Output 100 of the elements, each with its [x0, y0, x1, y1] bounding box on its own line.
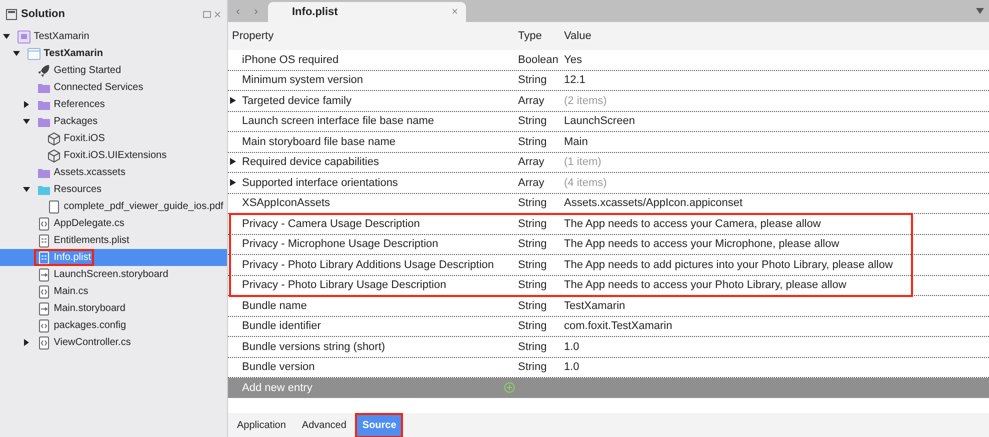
file-tab[interactable]: Info.plist × — [268, 2, 466, 22]
tree-item[interactable]: TestXamarin — [0, 28, 227, 45]
tree-item[interactable]: Foxit.iOS.UIExtensions — [0, 147, 227, 164]
tree-item-label: Main.storyboard — [54, 302, 126, 316]
tree-item-label: TestXamarin — [44, 47, 104, 61]
tree-item[interactable]: complete_pdf_viewer_guide_ios.pdf — [0, 198, 227, 215]
expand-arrow-icon[interactable] — [22, 339, 30, 346]
collapse-arrow-icon[interactable] — [22, 186, 30, 193]
type-cell: String — [518, 197, 547, 209]
tree-item-label: Getting Started — [54, 64, 122, 78]
property-cell: Privacy - Microphone Usage Description — [242, 238, 438, 250]
property-cell: iPhone OS required — [242, 54, 339, 66]
value-cell: com.foxit.TestXamarin — [564, 320, 672, 332]
solution-icon — [17, 30, 31, 44]
tree-item-label: Foxit.iOS — [64, 132, 105, 146]
value-cell: Assets.xcassets/AppIcon.appiconset — [564, 197, 743, 209]
tree-item-label: Resources — [54, 183, 102, 197]
list-file-icon — [37, 234, 51, 248]
tree-item-label: Packages — [54, 115, 98, 129]
tree-item[interactable]: packages.config — [0, 317, 227, 334]
rocket-icon — [37, 64, 51, 78]
code-file-icon — [37, 216, 51, 230]
value-cell: The App needs to access your Microphone, please allow — [564, 238, 840, 250]
code-file-icon — [37, 336, 51, 350]
tree-item-label: ViewController.cs — [54, 336, 131, 350]
tree-item-label: References — [54, 98, 105, 112]
list-file-icon — [37, 250, 51, 264]
tree-item-label: LaunchScreen.storyboard — [54, 268, 168, 282]
type-cell: String — [518, 238, 547, 250]
property-cell: Privacy - Camera Usage Description — [242, 218, 420, 230]
tree-item[interactable]: Connected Services — [0, 79, 227, 96]
value-cell: TestXamarin — [564, 300, 626, 312]
tree-item[interactable]: Entitlements.plist — [0, 232, 227, 249]
value-cell: Yes — [564, 54, 582, 66]
tree-item[interactable]: Getting Started — [0, 62, 227, 79]
tree-item[interactable]: Resources — [0, 181, 227, 198]
type-cell: String — [518, 279, 547, 291]
column-header[interactable]: Type — [518, 30, 542, 42]
column-header[interactable]: Property — [232, 30, 274, 42]
tree-item[interactable]: References — [0, 96, 227, 113]
type-cell: String — [518, 74, 547, 86]
tree-item[interactable]: Main.storyboard — [0, 300, 227, 317]
column-header[interactable]: Value — [564, 30, 592, 42]
type-cell: String — [518, 300, 547, 312]
collapse-arrow-icon[interactable] — [12, 50, 20, 57]
property-cell: Bundle identifier — [242, 320, 321, 332]
storyboard-file-icon — [37, 302, 51, 316]
collapse-arrow-icon[interactable] — [22, 118, 30, 125]
tree-item[interactable]: Foxit.iOS — [0, 130, 227, 147]
value-cell: 1.0 — [564, 340, 580, 352]
tree-item[interactable]: ViewController.cs — [0, 334, 227, 351]
tree-item[interactable]: Packages — [0, 113, 227, 130]
property-cell: Minimum system version — [242, 74, 364, 86]
property-cell: Supported interface orientations — [242, 176, 398, 188]
property-cell: Privacy - Photo Library Usage Description — [242, 279, 446, 291]
property-cell: Bundle versions string (short) — [242, 340, 386, 352]
code-file-icon — [37, 284, 51, 298]
tree-item-label: packages.config — [54, 319, 126, 333]
panel-icon — [6, 8, 17, 20]
tree-item[interactable]: TestXamarin — [0, 45, 227, 62]
type-cell: String — [518, 320, 547, 332]
editor-tab[interactable]: Advanced — [296, 414, 352, 436]
expand-arrow-icon[interactable] — [230, 158, 236, 165]
package-icon — [47, 148, 61, 162]
property-cell: XSAppIconAssets — [242, 197, 330, 209]
property-cell: Bundle name — [242, 300, 307, 312]
collapse-arrow-icon[interactable] — [2, 33, 10, 40]
project-icon — [27, 46, 41, 60]
value-cell: 12.1 — [564, 74, 586, 86]
package-icon — [47, 132, 61, 146]
property-cell: Targeted device family — [242, 94, 352, 106]
editor-tab[interactable]: Application — [232, 414, 291, 436]
dropdown-icon[interactable] — [976, 8, 984, 14]
type-cell: Boolean — [518, 54, 558, 66]
property-cell: Bundle version — [242, 361, 315, 373]
value-cell: LaunchScreen — [564, 115, 635, 127]
value-cell: The App needs to access your Photo Library, please allow — [564, 279, 846, 291]
tree-item[interactable]: Main.cs — [0, 283, 227, 300]
property-cell: Privacy - Photo Library Additions Usage Description — [242, 258, 494, 270]
file-icon — [47, 200, 61, 214]
expand-arrow-icon[interactable] — [230, 178, 236, 186]
property-cell: Launch screen interface file base name — [242, 115, 434, 127]
tree-item[interactable]: Assets.xcassets — [0, 164, 227, 181]
tree-item-label: TestXamarin — [34, 30, 90, 44]
value-cell: The App needs to access your Camera, please allow — [564, 218, 821, 230]
expand-arrow-icon[interactable] — [22, 101, 30, 108]
tree-item-label: Foxit.iOS.UIExtensions — [64, 149, 167, 163]
type-cell: String — [518, 136, 547, 148]
tree-item-label: Assets.xcassets — [54, 166, 126, 180]
tree-item[interactable]: AppDelegate.cs — [0, 215, 227, 232]
tree-item[interactable]: LaunchScreen.storyboard — [0, 266, 227, 283]
expand-arrow-icon[interactable] — [230, 96, 236, 104]
type-cell: Array — [518, 156, 544, 168]
type-cell: String — [518, 218, 547, 230]
value-cell: (2 items) — [564, 94, 607, 106]
config-file-icon — [37, 318, 51, 332]
type-cell: String — [518, 258, 547, 270]
add-entry-field[interactable]: Add new entry — [228, 378, 989, 398]
type-cell: String — [518, 340, 547, 352]
panel-title: Solution — [21, 6, 65, 22]
